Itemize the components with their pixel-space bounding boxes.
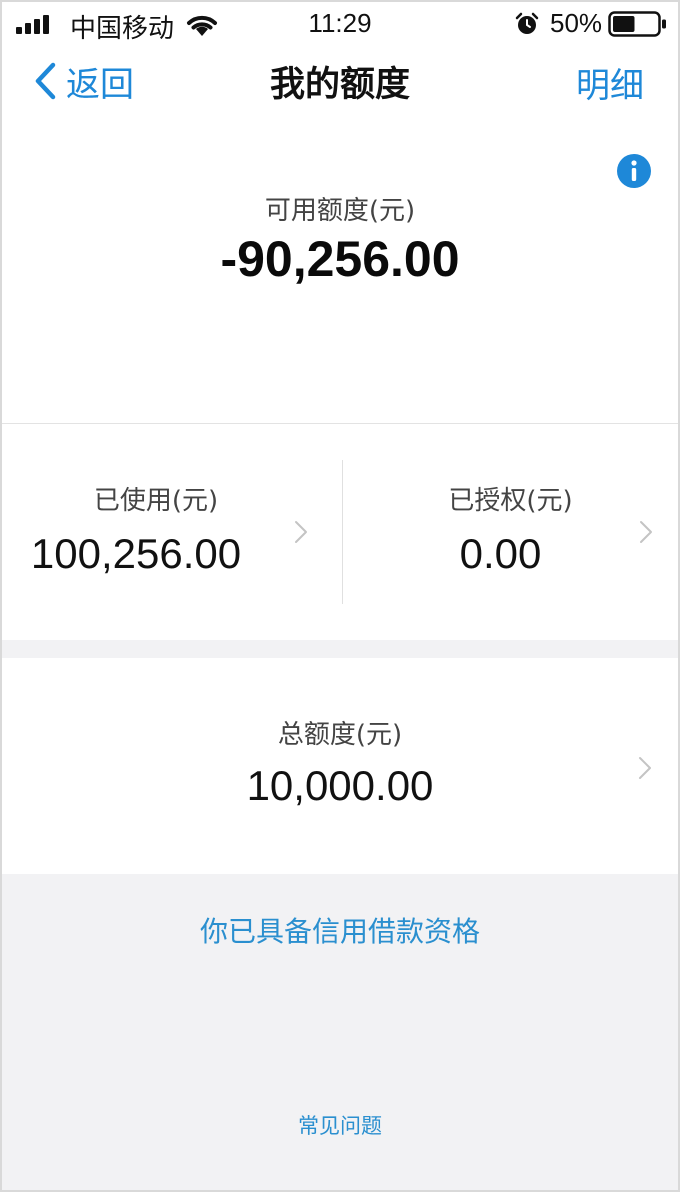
available-credit-section: 可用额度(元) -90,256.00: [2, 116, 678, 424]
total-credit-item[interactable]: 总额度(元) 10,000.00: [2, 658, 678, 874]
battery-percent: 50%: [550, 8, 603, 38]
total-credit-label: 总额度(元): [277, 720, 403, 750]
total-credit-value: 10,000.00: [246, 762, 434, 809]
section-gap: [2, 640, 678, 658]
authorized-credit-item[interactable]: 已授权(元) 0.00: [343, 424, 678, 640]
faq-link[interactable]: 常见问题: [2, 1110, 678, 1140]
chevron-right-icon: [639, 757, 651, 779]
authorized-credit-label: 已授权(元): [448, 486, 573, 516]
info-icon[interactable]: [616, 153, 652, 189]
detail-button[interactable]: 明细: [576, 58, 644, 107]
alarm-icon: [515, 12, 539, 34]
nav-bar: 返回 我的额度 明细: [2, 46, 678, 116]
authorized-credit-value: 0.00: [459, 530, 542, 577]
used-credit-item[interactable]: 已使用(元) 100,256.00: [2, 424, 342, 640]
usage-row: 已使用(元) 100,256.00 已授权(元) 0.00: [2, 424, 678, 640]
chevron-right-icon: [295, 521, 307, 543]
footer-area: 你已具备信用借款资格 常见问题: [2, 874, 678, 1190]
available-credit-value: -90,256.00: [220, 231, 460, 287]
chevron-right-icon: [640, 521, 652, 543]
used-credit-value: 100,256.00: [30, 530, 242, 577]
screen: 中国移动 11:29 50% 返回 我的额度 明细 可用额度(元) -90,25…: [0, 0, 680, 1192]
battery-icon: [608, 11, 666, 37]
used-credit-label: 已使用(元): [93, 486, 219, 516]
available-credit-label: 可用额度(元): [264, 196, 416, 226]
status-bar: 中国移动 11:29 50%: [2, 2, 678, 46]
eligibility-link[interactable]: 你已具备信用借款资格: [2, 910, 678, 950]
